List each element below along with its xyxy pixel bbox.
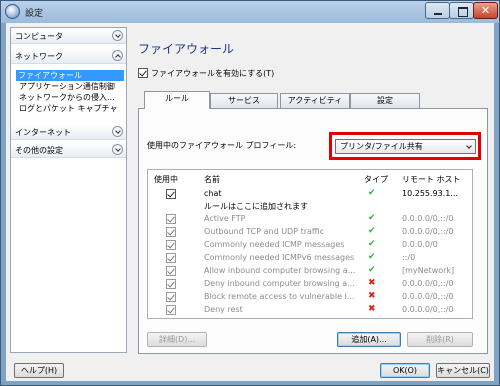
rule-row[interactable]: Block remote access to vulnerable I... ✖ 0…	[148, 291, 472, 303]
rule-enabled-checkbox[interactable]	[166, 279, 176, 289]
help-button[interactable]: ヘルプ(H)	[14, 363, 64, 378]
profile-select[interactable]: プリンタ/ファイル共有	[335, 139, 476, 154]
chevron-down-icon	[466, 143, 472, 149]
allow-check-icon: ✔	[368, 213, 376, 223]
allow-check-icon: ✔	[368, 226, 376, 236]
rule-row[interactable]: Active FTP ✔ 0.0.0.0/0,::/0	[148, 213, 472, 225]
rule-enabled-checkbox[interactable]	[166, 189, 176, 199]
cancel-button[interactable]: キャンセル(C)	[436, 363, 490, 378]
rule-enabled-checkbox[interactable]	[166, 240, 176, 250]
rule-remote-host: ::/0	[402, 253, 416, 262]
sidebar-item-log-capture[interactable]: ログとパケット キャプチャ	[17, 103, 124, 114]
rule-row[interactable]: Outbound TCP and UDP traffic ✔ 0.0.0.0/0,:…	[148, 226, 472, 238]
enable-firewall-checkbox[interactable]	[138, 68, 148, 78]
sidebar-section-label: インターネット	[15, 128, 71, 137]
allow-check-icon: ✔	[368, 265, 376, 275]
rule-enabled-checkbox[interactable]	[166, 214, 176, 224]
rule-name: chat	[204, 189, 222, 198]
chevron-up-icon[interactable]	[112, 50, 123, 61]
minimize-button[interactable]	[425, 2, 450, 19]
rule-name: Allow inbound computer browsing a...	[204, 266, 356, 275]
delete-rule-button[interactable]: 削除(R)	[407, 332, 473, 347]
deny-x-icon: ✖	[368, 278, 376, 288]
rule-remote-host: 0.0.0.0/0,::/0	[402, 292, 454, 301]
rule-row[interactable]: Deny inbound computer browsing a... ✖ 0.0.…	[148, 278, 472, 290]
allow-check-icon: ✔	[368, 239, 376, 249]
sidebar: コンピュータ ネットワーク ファイアウォール アプリケーション通信制御 ネットワ…	[10, 27, 127, 353]
column-header-name[interactable]: 名前	[204, 174, 220, 185]
sidebar-section-other[interactable]: その他の設定	[11, 142, 126, 158]
rule-remote-host: 0.0.0.0/0,::/0	[402, 305, 454, 314]
sidebar-section-computer[interactable]: コンピュータ	[11, 28, 126, 44]
rule-enabled-checkbox[interactable]	[166, 227, 176, 237]
rule-remote-host: 0.0.0.0/0,::/0	[402, 227, 454, 236]
sidebar-item-app-control[interactable]: アプリケーション通信制御	[17, 81, 124, 92]
enable-firewall-label[interactable]: ファイアウォールを有効にする(T)	[151, 68, 274, 79]
chevron-down-icon[interactable]	[112, 144, 123, 155]
rule-name: Deny inbound computer browsing a...	[204, 279, 355, 288]
chevron-down-icon[interactable]	[112, 30, 123, 41]
rule-name: Commonly needed ICMP messages	[204, 240, 345, 249]
allow-check-icon: ✔	[368, 252, 376, 262]
column-header-type[interactable]: タイプ	[364, 174, 388, 185]
sidebar-section-label: コンピュータ	[15, 32, 63, 41]
details-button[interactable]: 詳細(D)...	[147, 332, 207, 347]
rule-remote-host: 0.0.0.0/0	[402, 240, 438, 249]
rule-remote-host: [myNetwork]	[402, 266, 455, 275]
sidebar-item-intrusion[interactable]: ネットワークからの侵入...	[17, 92, 124, 103]
chevron-down-icon[interactable]	[112, 126, 123, 137]
rule-remote-host: 0.0.0.0/0,::/0	[402, 279, 454, 288]
rule-name: Active FTP	[204, 214, 246, 223]
tab-services[interactable]: サービス	[210, 93, 278, 108]
ok-button[interactable]: OK(O)	[380, 363, 430, 378]
rule-remote-host: 0.0.0.0/0,::/0	[402, 214, 454, 223]
page-title: ファイアウォール	[138, 42, 235, 56]
column-header-remote-host[interactable]: リモート ホスト	[402, 174, 461, 185]
settings-window: 設定 ✕ コンピュータ ネットワーク ファイアウォール アプリケーション通信制御…	[0, 0, 500, 386]
profile-select-value: プリンタ/ファイル共有	[340, 142, 423, 151]
main-panel: ファイアウォール ファイアウォールを有効にする(T) ルール サービス アクティ…	[128, 23, 494, 357]
close-icon: ✕	[480, 4, 491, 17]
rule-enabled-checkbox[interactable]	[166, 266, 176, 276]
app-icon	[5, 4, 20, 19]
rule-remote-host: 10.255.93.1...	[402, 189, 458, 198]
rule-name: Commonly needed ICMPv6 messages	[204, 253, 355, 262]
window-title: 設定	[25, 9, 44, 19]
profile-label: 使用中のファイアウォール プロフィール:	[147, 141, 297, 150]
deny-x-icon: ✖	[368, 304, 376, 314]
rule-row[interactable]: Commonly needed ICMPv6 messages ✔::/0	[148, 252, 472, 264]
sidebar-section-label: その他の設定	[15, 146, 63, 155]
column-header-enabled[interactable]: 使用中	[154, 174, 178, 185]
rule-name: Outbound TCP and UDP traffic	[204, 227, 325, 236]
rule-row[interactable]: chat ✔ 10.255.93.1...	[148, 188, 472, 200]
rule-name: Block remote access to vulnerable I...	[204, 292, 355, 301]
rule-row[interactable]: Commonly needed ICMP messages ✔ 0.0.0.0/0	[148, 239, 472, 251]
tab-activity[interactable]: アクティビティ	[280, 93, 350, 108]
rules-tab-panel: 使用中のファイアウォール プロフィール: プリンタ/ファイル共有 使用中 名前 …	[138, 108, 488, 354]
rules-group-label: ルールはここに追加されます	[204, 202, 308, 211]
rule-name: Deny rest	[204, 305, 243, 314]
sidebar-item-firewall[interactable]: ファイアウォール	[16, 70, 124, 81]
sidebar-section-internet[interactable]: インターネット	[11, 124, 126, 140]
rule-enabled-checkbox[interactable]	[166, 305, 176, 315]
rule-enabled-checkbox[interactable]	[166, 292, 176, 302]
title-bar[interactable]: 設定 ✕	[1, 1, 499, 23]
rule-row[interactable]: Deny rest ✖ 0.0.0.0/0,::/0	[148, 304, 472, 316]
client-area: コンピュータ ネットワーク ファイアウォール アプリケーション通信制御 ネットワ…	[6, 23, 494, 381]
deny-x-icon: ✖	[368, 291, 376, 301]
close-button[interactable]: ✕	[473, 2, 498, 19]
rules-list[interactable]: 使用中 名前 タイプ リモート ホスト chat ✔ 10.255.93.1... ル…	[147, 169, 473, 319]
rule-row[interactable]: Allow inbound computer browsing a... ✔ [my…	[148, 265, 472, 277]
maximize-button[interactable]	[449, 2, 474, 19]
tab-settings[interactable]: 設定	[350, 93, 420, 108]
sidebar-section-network[interactable]: ネットワーク	[11, 48, 126, 64]
rule-enabled-checkbox[interactable]	[166, 253, 176, 263]
allow-check-icon: ✔	[368, 188, 376, 198]
sidebar-section-label: ネットワーク	[15, 52, 63, 61]
add-rule-button[interactable]: 追加(A)...	[337, 332, 401, 347]
tab-rules[interactable]: ルール	[144, 91, 210, 109]
